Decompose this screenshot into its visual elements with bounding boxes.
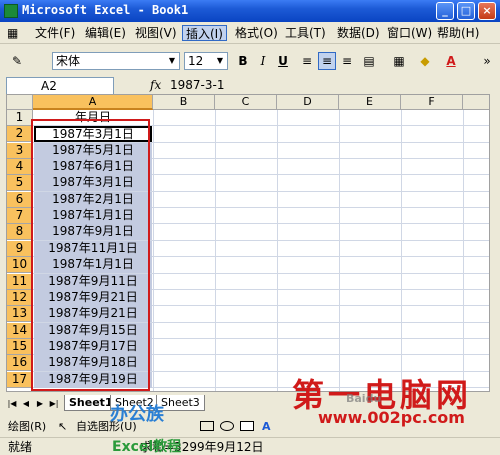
watermark-excel-brand: Excel教程 <box>112 439 182 455</box>
column-header-c[interactable]: C <box>215 95 277 110</box>
menu-file[interactable]: 文件(F) <box>32 25 78 41</box>
font-name-select[interactable]: 宋体 ▼ <box>52 52 180 70</box>
align-right-icon[interactable]: ≡ <box>338 52 356 70</box>
watermark-baidu: Baidu <box>346 392 382 405</box>
row-header[interactable]: 5 <box>7 175 33 192</box>
menu-insert[interactable]: 插入(I) <box>182 25 227 41</box>
row-header[interactable]: 6 <box>7 191 33 208</box>
grid-line <box>215 110 216 391</box>
prev-sheet-icon[interactable]: ◀ <box>20 398 32 410</box>
status-bar: 就绪 求和=3299年9月12日 <box>0 437 500 455</box>
rectangle-icon[interactable] <box>200 421 214 431</box>
bold-button[interactable]: B <box>234 52 252 70</box>
red-highlight-box <box>31 119 150 391</box>
menu-tools[interactable]: 工具(T) <box>282 25 329 41</box>
formula-bar: A2 fx 1987-3-1 <box>0 76 500 96</box>
menu-bar: ▦ 文件(F) 编辑(E) 视图(V) 插入(I) 格式(O) 工具(T) 数据… <box>0 22 500 44</box>
row-header[interactable]: 11 <box>7 273 33 290</box>
font-size-value: 12 <box>188 54 204 68</box>
row-header[interactable]: 12 <box>7 289 33 306</box>
row-header[interactable]: 8 <box>7 224 33 241</box>
align-left-icon[interactable]: ≡ <box>298 52 316 70</box>
toolbar-options-icon[interactable]: » <box>478 52 496 70</box>
menu-view[interactable]: 视图(V) <box>132 25 180 41</box>
column-header-e[interactable]: E <box>339 95 401 110</box>
row-header[interactable]: 7 <box>7 208 33 225</box>
select-objects-icon[interactable]: ↖ <box>58 419 67 434</box>
row-header[interactable]: 1 <box>7 110 33 126</box>
grid-line <box>153 110 154 391</box>
menu-document-icon[interactable]: ▦ <box>4 25 21 41</box>
first-sheet-icon[interactable]: |◀ <box>6 398 18 410</box>
next-sheet-icon[interactable]: ▶ <box>34 398 46 410</box>
wordart-icon[interactable]: A <box>262 419 271 434</box>
last-sheet-icon[interactable]: ▶| <box>48 398 60 410</box>
menu-help[interactable]: 帮助(H) <box>434 25 482 41</box>
row-header[interactable]: 14 <box>7 322 33 339</box>
column-header-a[interactable]: A <box>33 95 153 110</box>
menu-window[interactable]: 窗口(W) <box>384 25 435 41</box>
formatting-toolbar: ✎ 宋体 ▼ 12 ▼ B I U ≡ ≡ ≡ ▤ ▦ ◆ A » <box>0 48 500 74</box>
borders-icon[interactable]: ▦ <box>390 52 408 70</box>
excel-app-icon[interactable] <box>4 4 18 18</box>
textbox-icon[interactable] <box>240 421 254 431</box>
row-header[interactable]: 17 <box>7 371 33 388</box>
title-bar: Microsoft Excel - Book1 _ □ × <box>0 0 500 22</box>
chevron-down-icon[interactable]: ▼ <box>165 53 179 69</box>
font-color-button[interactable]: A <box>442 52 460 70</box>
grid-line <box>401 110 402 391</box>
align-center-icon[interactable]: ≡ <box>318 52 336 70</box>
row-header[interactable]: 13 <box>7 306 33 323</box>
menu-format[interactable]: 格式(O) <box>232 25 281 41</box>
row-header[interactable]: 10 <box>7 257 33 274</box>
column-header-g[interactable] <box>463 95 489 110</box>
column-header-f[interactable]: F <box>401 95 463 110</box>
menu-data[interactable]: 数据(D) <box>334 25 383 41</box>
italic-button[interactable]: I <box>254 52 272 70</box>
row-header[interactable]: 3 <box>7 142 33 159</box>
grid-line <box>463 110 464 391</box>
status-ready: 就绪 <box>8 440 33 454</box>
close-button[interactable]: × <box>478 2 496 20</box>
window-title: Microsoft Excel - Book1 <box>22 3 189 17</box>
function-icon[interactable]: fx <box>150 78 161 92</box>
draw-menu-button[interactable]: 绘图(R) <box>8 419 46 434</box>
font-name-value: 宋体 <box>56 54 81 68</box>
watermark-site-url: www.002pc.com <box>318 408 465 427</box>
font-size-select[interactable]: 12 ▼ <box>184 52 228 70</box>
formula-input[interactable]: 1987-3-1 <box>170 78 224 92</box>
merge-center-icon[interactable]: ▤ <box>360 52 378 70</box>
menu-edit[interactable]: 编辑(E) <box>82 25 129 41</box>
underline-button[interactable]: U <box>274 52 292 70</box>
row-header[interactable]: 4 <box>7 159 33 176</box>
select-all-corner[interactable] <box>7 95 33 110</box>
row-header[interactable]: 15 <box>7 338 33 355</box>
oval-icon[interactable] <box>220 421 234 431</box>
maximize-button[interactable]: □ <box>457 2 475 20</box>
row-header[interactable]: 9 <box>7 240 33 257</box>
watermark-office-brand: 办公族 <box>110 404 164 425</box>
grid-line <box>339 110 340 391</box>
row-header[interactable]: 2 <box>7 126 33 143</box>
minimize-button[interactable]: _ <box>436 2 454 20</box>
name-box[interactable]: A2 <box>6 77 114 95</box>
grid-line <box>277 110 278 391</box>
pen-icon[interactable]: ✎ <box>8 52 26 70</box>
chevron-down-icon[interactable]: ▼ <box>213 53 227 69</box>
column-header-b[interactable]: B <box>153 95 215 110</box>
row-header[interactable]: 16 <box>7 355 33 372</box>
fill-color-icon[interactable]: ◆ <box>416 52 434 70</box>
column-header-d[interactable]: D <box>277 95 339 110</box>
name-box-value: A2 <box>41 79 57 93</box>
